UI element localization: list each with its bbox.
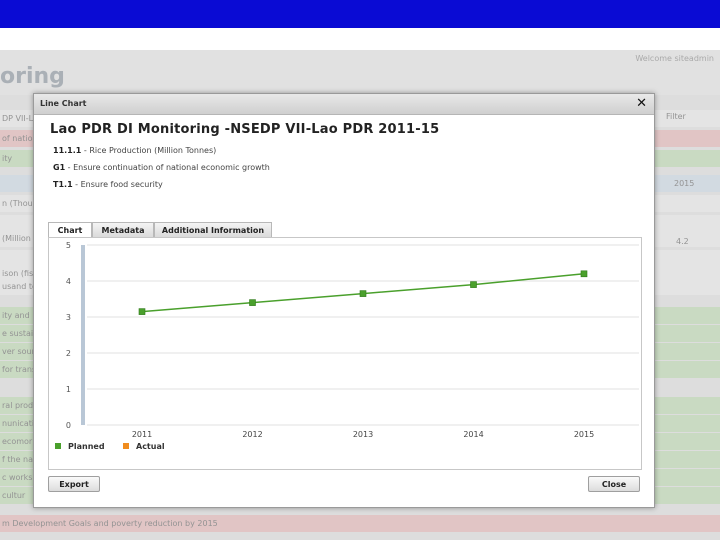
chart-heading: Lao PDR DI Monitoring -NSEDP VII-Lao PDR…	[50, 122, 440, 137]
legend-swatch	[123, 443, 129, 449]
tab-additional-information[interactable]: Additional Information	[154, 222, 272, 238]
target-text: - Ensure food security	[72, 180, 163, 189]
indicator-code: 11.1.1	[53, 146, 82, 155]
y-tick-label: 2	[66, 349, 71, 358]
y-tick-label: 3	[66, 313, 71, 322]
dialog-title: Line Chart	[40, 99, 87, 108]
tab-chart[interactable]: Chart	[48, 222, 92, 238]
close-icon[interactable]: ✕	[636, 96, 647, 111]
indicator-text: - Rice Production (Million Tonnes)	[81, 146, 217, 155]
line-chart: 0 1 2 3 4 5 2011 2012 2013 2014 2015 Planned Actual	[55, 241, 639, 451]
line-chart-dialog: Line Chart ✕ Lao PDR DI Monitoring -NSED…	[33, 93, 655, 508]
tab-metadata[interactable]: Metadata	[92, 222, 154, 238]
data-point	[470, 281, 477, 288]
x-tick-label: 2015	[574, 430, 594, 439]
y-axis-bar	[81, 245, 85, 425]
dialog-header: Line Chart ✕	[34, 94, 654, 115]
goal-line: G1 - Ensure continuation of national eco…	[53, 163, 270, 172]
indicator-line: 11.1.1 - Rice Production (Million Tonnes…	[53, 146, 216, 155]
legend-label: Actual	[136, 442, 165, 451]
goal-text: - Ensure continuation of national econom…	[65, 163, 270, 172]
x-tick-label: 2011	[132, 430, 152, 439]
y-tick-label: 4	[66, 277, 71, 286]
legend-label: Planned	[68, 442, 105, 451]
y-tick-label: 0	[66, 421, 71, 430]
target-code: T1.1	[53, 180, 73, 189]
x-tick-label: 2014	[463, 430, 483, 439]
x-tick-label: 2013	[353, 430, 373, 439]
goal-code: G1	[53, 163, 66, 172]
y-tick-label: 1	[66, 385, 71, 394]
chart-panel: 0 1 2 3 4 5 2011 2012 2013 2014 2015 Planned Actual	[48, 237, 642, 470]
data-point	[359, 290, 367, 297]
export-button[interactable]: Export	[48, 476, 100, 492]
x-tick-label: 2012	[242, 430, 262, 439]
y-tick-label: 5	[66, 241, 71, 250]
legend-swatch	[55, 443, 61, 449]
data-point	[580, 270, 588, 278]
top-banner	[0, 0, 720, 28]
data-point	[138, 308, 146, 315]
data-point	[249, 299, 256, 306]
close-button[interactable]: Close	[588, 476, 640, 492]
target-line: T1.1 - Ensure food security	[53, 180, 163, 189]
